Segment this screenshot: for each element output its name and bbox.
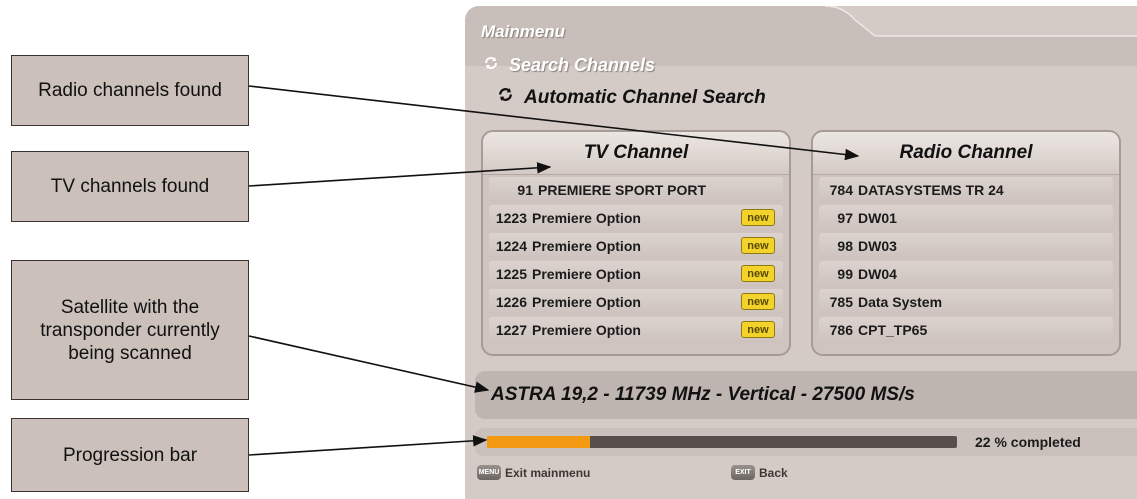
channel-name: Premiere Option — [532, 322, 641, 338]
footer-back[interactable]: EXIT Back — [731, 465, 788, 480]
stb-screen: Mainmenu Search Channels Automatic Chann… — [465, 6, 1137, 499]
channel-number: 1223 — [495, 210, 527, 226]
breadcrumb-search-channels: Search Channels — [483, 55, 655, 76]
channel-name: DW04 — [858, 266, 897, 282]
progress-fill — [487, 436, 591, 448]
channel-name: CPT_TP65 — [858, 322, 928, 338]
channel-name: DW03 — [858, 238, 897, 254]
callout-progress-text: Progression bar — [62, 444, 198, 466]
new-badge: new — [741, 265, 775, 282]
channel-number: 91 — [517, 182, 533, 198]
tv-channel-row[interactable]: 1227 Premiere Option new — [489, 317, 783, 343]
satellite-transponder-info: ASTRA 19,2 - 11739 MHz - Vertical - 2750… — [475, 371, 1137, 419]
progress-label: 22 % completed — [975, 434, 1081, 450]
radio-channel-row[interactable]: 97 DW01 — [819, 205, 1113, 231]
arrow-progress — [248, 435, 488, 456]
tv-channel-row[interactable]: 1223 Premiere Option new — [489, 205, 783, 231]
channel-number: 786 — [829, 322, 853, 338]
channel-number: 1224 — [495, 238, 527, 254]
callout-progress: Progression bar — [11, 418, 249, 492]
refresh-arrows-icon — [483, 55, 499, 76]
footer-exit[interactable]: MENU Exit mainmenu — [477, 465, 590, 480]
exit-key-icon: EXIT — [731, 465, 755, 480]
breadcrumb-mainmenu: Mainmenu — [481, 22, 566, 41]
radio-channel-row[interactable]: 99 DW04 — [819, 261, 1113, 287]
channel-name: Data System — [858, 294, 943, 310]
callout-tv-text: TV channels found — [50, 176, 210, 197]
tv-channel-row[interactable]: 1226 Premiere Option new — [489, 289, 783, 315]
tv-channel-title: TV Channel — [483, 132, 789, 175]
tv-channel-row[interactable]: 1225 Premiere Option new — [489, 261, 783, 287]
radio-channel-title: Radio Channel — [813, 132, 1119, 175]
channel-number: 99 — [837, 266, 853, 282]
callout-tv-channels: TV channels found — [11, 151, 249, 222]
radio-channel-row[interactable]: 784 DATASYSTEMS TR 24 — [819, 177, 1113, 203]
channel-name: Premiere Option — [532, 294, 641, 310]
channel-name: Premiere Option — [532, 210, 641, 226]
channel-name: Premiere Option — [532, 238, 641, 254]
progress-bar — [487, 436, 957, 448]
radio-channel-row[interactable]: 785 Data System — [819, 289, 1113, 315]
callout-satellite-text: Satellite with the transponder currently… — [40, 296, 220, 364]
footer-exit-label: Exit mainmenu — [505, 465, 591, 480]
refresh-arrows-icon — [497, 86, 514, 109]
tv-channel-panel: TV Channel 91 PREMIERE SPORT PORT 1223 Pre… — [481, 130, 791, 356]
channel-name: DATASYSTEMS TR 24 — [858, 182, 1004, 198]
channel-name: DW01 — [858, 210, 897, 226]
channel-number: 97 — [837, 210, 853, 226]
satellite-transponder-text: ASTRA 19,2 - 11739 MHz - Vertical - 2750… — [491, 384, 915, 405]
page-title-label: Automatic Channel Search — [524, 86, 766, 108]
footer-back-label: Back — [759, 465, 788, 480]
arrow-satellite — [248, 335, 490, 393]
callout-satellite: Satellite with the transponder currently… — [11, 260, 249, 400]
tv-channel-row[interactable]: 91 PREMIERE SPORT PORT — [489, 177, 783, 203]
page-title: Automatic Channel Search — [497, 86, 766, 109]
breadcrumb-search-channels-label: Search Channels — [509, 55, 656, 75]
channel-name: PREMIERE SPORT PORT — [538, 182, 707, 198]
radio-channel-row[interactable]: 98 DW03 — [819, 233, 1113, 259]
new-badge: new — [741, 293, 775, 310]
radio-channel-row[interactable]: 786 CPT_TP65 — [819, 317, 1113, 343]
radio-channel-panel: Radio Channel 784 DATASYSTEMS TR 24 97 DW0… — [811, 130, 1121, 356]
progress-row: 22 % completed — [475, 428, 1137, 456]
channel-number: 98 — [837, 238, 853, 254]
channel-number: 784 — [829, 182, 853, 198]
menu-key-icon: MENU — [477, 465, 501, 480]
new-badge: new — [741, 321, 775, 338]
new-badge: new — [741, 209, 775, 226]
callout-radio-channels: Radio channels found — [11, 55, 249, 126]
channel-number: 1226 — [495, 294, 527, 310]
channel-number: 1225 — [495, 266, 527, 282]
callout-radio-text: Radio channels found — [38, 80, 222, 101]
channel-number: 1227 — [495, 322, 527, 338]
new-badge: new — [741, 237, 775, 254]
channel-number: 785 — [829, 294, 853, 310]
channel-name: Premiere Option — [532, 266, 641, 282]
tv-channel-row[interactable]: 1224 Premiere Option new — [489, 233, 783, 259]
